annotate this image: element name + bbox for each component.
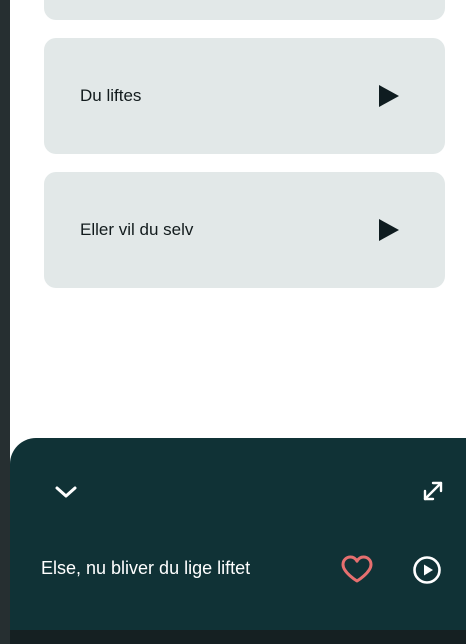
play-circle-icon[interactable] (412, 555, 442, 585)
play-triangle-icon (379, 85, 399, 107)
list-item-du-liftes[interactable]: Du liftes (44, 38, 445, 154)
list-item-label: Eller vil du selv (80, 220, 194, 239)
bottom-bar (10, 630, 466, 644)
left-edge-divider (0, 0, 10, 644)
expand-icon[interactable] (420, 478, 446, 504)
now-playing-title: Else, nu bliver du lige liftet (41, 558, 251, 578)
chevron-down-icon[interactable] (54, 480, 78, 504)
list-item-partial[interactable] (44, 0, 445, 20)
list-item-label: Du liftes (80, 86, 142, 105)
mini-player: Else, nu bliver du lige liftet (10, 438, 466, 644)
play-triangle-icon (379, 219, 399, 241)
list-item-eller-vil-du-selv[interactable]: Eller vil du selv (44, 172, 445, 288)
heart-outline-icon[interactable] (340, 554, 374, 584)
